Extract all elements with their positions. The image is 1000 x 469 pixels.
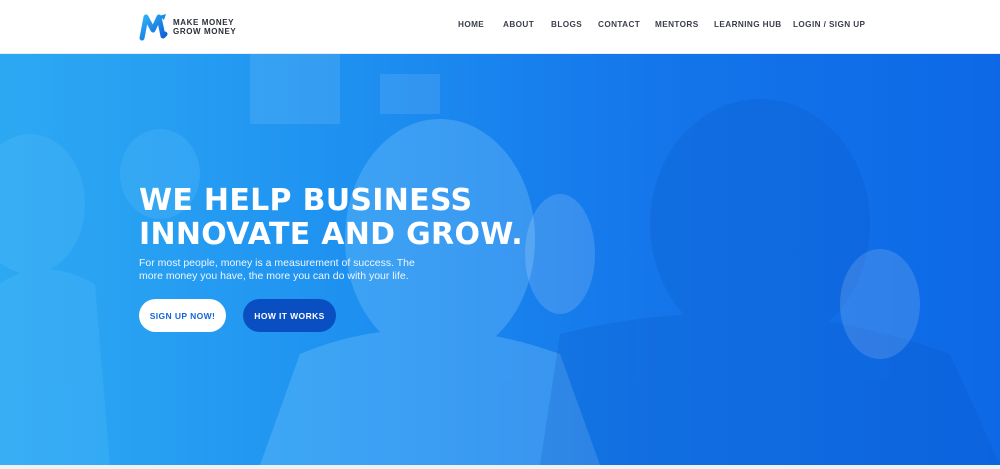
sign-up-now-button[interactable]: SIGN UP NOW! bbox=[139, 299, 226, 332]
site-header: MAKE MONEY GROW MONEY HOME ABOUT BLOGS C… bbox=[0, 0, 1000, 54]
nav-mentors[interactable]: MENTORS bbox=[655, 20, 699, 29]
nav-about[interactable]: ABOUT bbox=[503, 20, 534, 29]
nav-home[interactable]: HOME bbox=[458, 20, 484, 29]
nav-learning-hub[interactable]: LEARNING HUB bbox=[714, 20, 782, 29]
nav-contact[interactable]: CONTACT bbox=[598, 20, 640, 29]
how-it-works-button[interactable]: HOW IT WORKS bbox=[243, 299, 336, 332]
hero-title-line2: INNOVATE AND GROW. bbox=[139, 217, 523, 252]
main-nav: HOME ABOUT BLOGS CONTACT MENTORS LEARNIN… bbox=[0, 20, 1000, 34]
page-bottom-divider bbox=[0, 465, 1000, 469]
hero-subtitle: For most people, money is a measurement … bbox=[139, 257, 415, 282]
nav-login-signup[interactable]: LOGIN / SIGN UP bbox=[793, 20, 865, 29]
hero-title-line1: WE HELP BUSINESS bbox=[139, 183, 473, 218]
nav-blogs[interactable]: BLOGS bbox=[551, 20, 582, 29]
hero-title: WE HELP BUSINESS INNOVATE AND GROW. bbox=[139, 184, 559, 252]
hero-section: WE HELP BUSINESS INNOVATE AND GROW. For … bbox=[0, 54, 1000, 465]
